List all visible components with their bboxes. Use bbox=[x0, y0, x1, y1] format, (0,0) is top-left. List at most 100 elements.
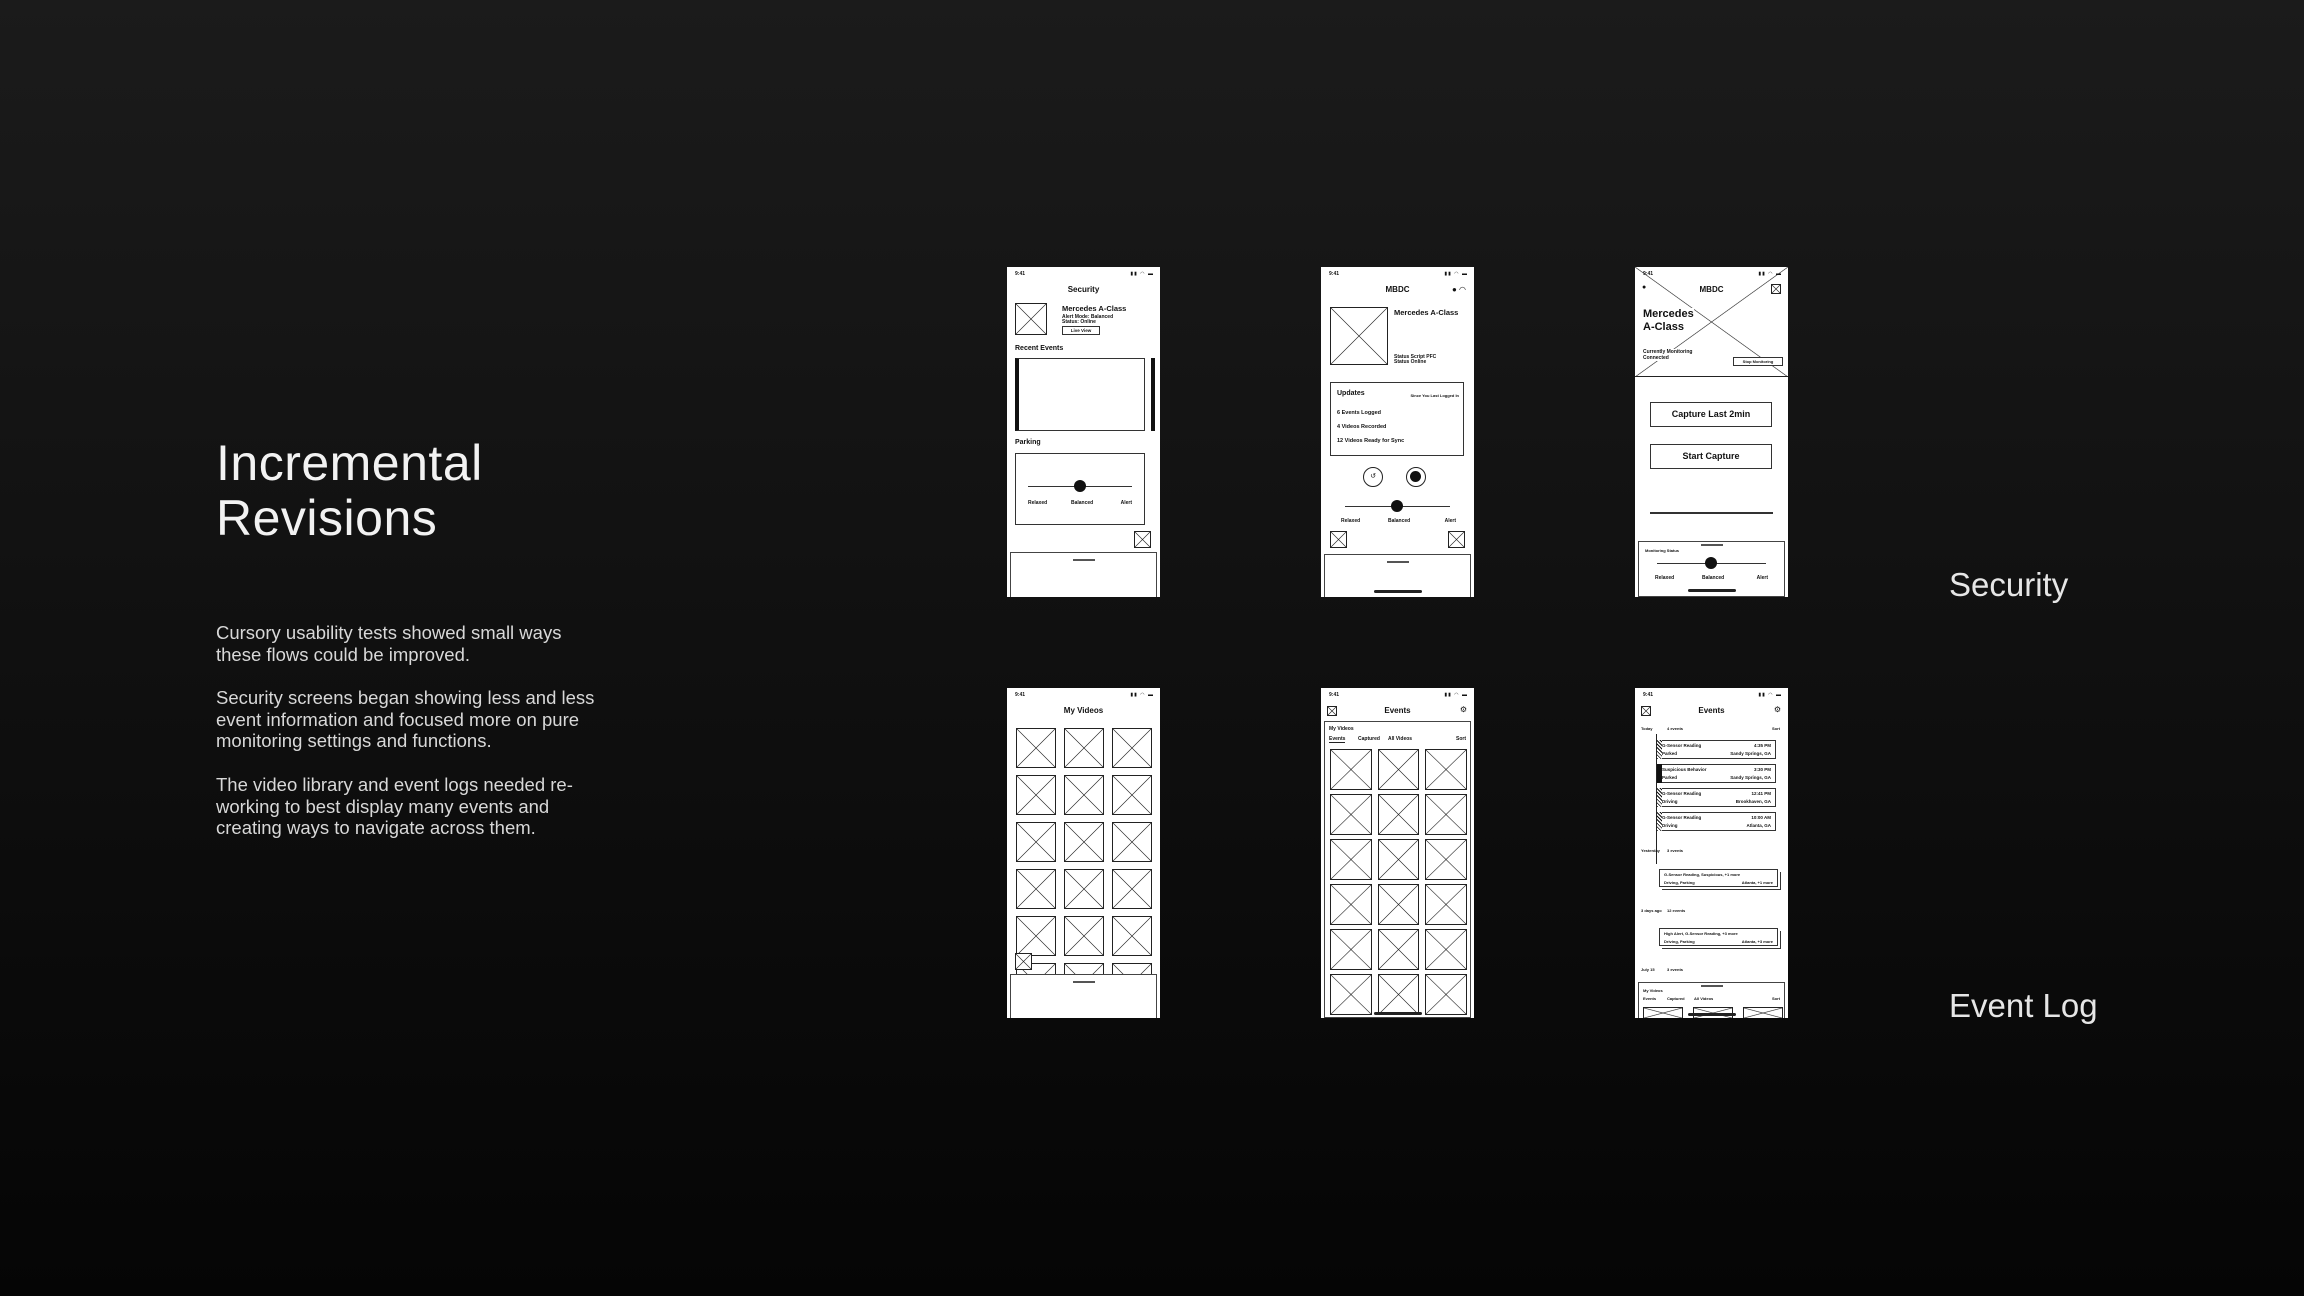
sheet-grabber[interactable] bbox=[1700, 544, 1723, 546]
video-thumbnail[interactable] bbox=[1425, 839, 1467, 880]
tab-all-videos[interactable]: All Videos bbox=[1694, 996, 1713, 1001]
updates-title: Updates bbox=[1337, 390, 1365, 397]
video-thumbnail[interactable] bbox=[1016, 869, 1056, 909]
sheet-grabber[interactable] bbox=[1072, 559, 1095, 561]
monitoring-sheet[interactable]: Monitoring Status Relaxed Balanced Alert bbox=[1638, 541, 1785, 597]
video-thumbnail[interactable] bbox=[1330, 794, 1372, 835]
video-thumbnail[interactable] bbox=[1330, 929, 1372, 970]
video-thumbnail[interactable] bbox=[1377, 794, 1420, 835]
video-thumbnail[interactable] bbox=[1112, 728, 1152, 768]
status-icons: ▮▮ ◠ ▬ bbox=[1130, 271, 1154, 277]
replay-icon[interactable]: ↺ bbox=[1363, 467, 1383, 487]
profile-icon[interactable]: ● ◠ bbox=[1452, 285, 1466, 294]
slider-handle[interactable] bbox=[1391, 500, 1403, 512]
video-thumbnail[interactable] bbox=[1016, 822, 1056, 862]
bottom-sheet[interactable] bbox=[1010, 552, 1157, 597]
video-thumbnail[interactable] bbox=[1064, 728, 1104, 768]
start-capture-button[interactable]: Start Capture bbox=[1650, 444, 1772, 469]
event-row[interactable]: Suspicious Behavior 3:30 PM Parked Sandy… bbox=[1657, 764, 1776, 783]
event-row[interactable]: G-Sensor Reading 4:35 PM Parked Sandy Sp… bbox=[1657, 740, 1776, 759]
video-thumbnail[interactable] bbox=[1112, 775, 1152, 815]
sheet-section-title: My Videos bbox=[1643, 988, 1663, 993]
live-view-button[interactable]: Live View bbox=[1062, 326, 1100, 335]
video-thumbnail[interactable] bbox=[1377, 749, 1420, 790]
slider-label-alert: Alert bbox=[1120, 500, 1132, 506]
sheet-grabber[interactable] bbox=[1700, 985, 1723, 987]
video-thumbnail[interactable] bbox=[1016, 775, 1056, 815]
record-button[interactable] bbox=[1406, 467, 1426, 487]
video-thumbnail[interactable] bbox=[1064, 822, 1104, 862]
car-name-line-2: A-Class bbox=[1643, 321, 1684, 333]
bottom-sheet[interactable] bbox=[1010, 974, 1157, 1018]
event-severity-bar bbox=[1657, 788, 1662, 807]
video-thumbnail[interactable] bbox=[1425, 884, 1467, 925]
stack-mode: Driving, Parking bbox=[1664, 939, 1695, 944]
section-label-security: Security bbox=[1949, 566, 2069, 603]
update-item: 4 Videos Recorded bbox=[1337, 424, 1387, 430]
video-thumbnail[interactable] bbox=[1377, 839, 1420, 880]
icon-placeholder[interactable] bbox=[1015, 953, 1032, 970]
wireframe-my-videos: 9:41 ▮▮ ◠ ▬ My Videos bbox=[1007, 688, 1160, 1018]
video-thumbnail[interactable] bbox=[1112, 869, 1152, 909]
parking-panel: Relaxed Balanced Alert bbox=[1015, 453, 1145, 525]
slider-handle[interactable] bbox=[1705, 557, 1717, 569]
stop-monitoring-button[interactable]: Stop Monitoring bbox=[1733, 357, 1783, 366]
icon-placeholder[interactable] bbox=[1330, 531, 1347, 548]
video-thumbnail[interactable] bbox=[1743, 1007, 1783, 1018]
video-thumbnail[interactable] bbox=[1064, 916, 1104, 956]
event-place: Sandy Springs, GA bbox=[1730, 775, 1771, 780]
video-thumbnail[interactable] bbox=[1016, 728, 1056, 768]
video-thumbnail[interactable] bbox=[1425, 974, 1467, 1015]
video-thumbnail[interactable] bbox=[1330, 839, 1372, 880]
tab-events[interactable]: Events bbox=[1643, 996, 1656, 1001]
icon-placeholder[interactable] bbox=[1134, 531, 1151, 548]
video-thumbnail[interactable] bbox=[1330, 974, 1372, 1015]
bottom-sheet[interactable] bbox=[1324, 554, 1471, 597]
video-thumbnail[interactable] bbox=[1425, 749, 1467, 790]
video-thumbnail[interactable] bbox=[1377, 884, 1420, 925]
video-thumbnail[interactable] bbox=[1016, 916, 1056, 956]
capture-last-2min-button[interactable]: Capture Last 2min bbox=[1650, 402, 1772, 427]
sheet-grabber[interactable] bbox=[1386, 561, 1409, 563]
video-thumbnail[interactable] bbox=[1330, 749, 1372, 790]
video-thumbnail[interactable] bbox=[1330, 884, 1372, 925]
sort-button[interactable]: Sort bbox=[1772, 726, 1780, 732]
video-thumbnail[interactable] bbox=[1112, 916, 1152, 956]
stack-mode: Driving, Parking bbox=[1664, 880, 1695, 885]
group-day: Today bbox=[1641, 726, 1653, 731]
videos-panel: My Videos Events Captured All Videos Sor… bbox=[1324, 721, 1471, 1018]
sheet-grabber[interactable] bbox=[1072, 981, 1095, 983]
event-time: 4:35 PM bbox=[1753, 743, 1771, 748]
stack-summary: High Alert, G-Sensor Reading, +3 more bbox=[1664, 931, 1738, 936]
settings-icon[interactable] bbox=[1771, 284, 1781, 294]
event-row[interactable]: G-Sensor Reading 12:41 PM Driving Brookh… bbox=[1657, 788, 1776, 807]
wireframe-security-v2: 9:41 ▮▮ ◠ ▬ MBDC ● ◠ Mercedes A-Class St… bbox=[1321, 267, 1474, 597]
video-thumbnail[interactable] bbox=[1112, 822, 1152, 862]
settings-icon[interactable]: ⚙ bbox=[1460, 705, 1467, 714]
video-thumbnail[interactable] bbox=[1377, 974, 1420, 1015]
icon-placeholder[interactable] bbox=[1448, 531, 1465, 548]
tab-captured[interactable]: Captured bbox=[1667, 996, 1685, 1001]
video-thumbnail[interactable] bbox=[1425, 929, 1467, 970]
video-thumbnail[interactable] bbox=[1064, 775, 1104, 815]
status-time: 9:41 bbox=[1643, 271, 1654, 277]
tab-all-videos[interactable]: All Videos bbox=[1388, 736, 1412, 742]
slider-handle[interactable] bbox=[1074, 480, 1086, 492]
status-icons: ▮▮ ◠ ▬ bbox=[1444, 692, 1468, 698]
video-thumbnail[interactable] bbox=[1425, 794, 1467, 835]
stacked-events[interactable]: G-Sensor Reading, Suspicious, +1 more Dr… bbox=[1659, 869, 1778, 887]
videos-sheet[interactable]: My Videos Events Captured All Videos Sor… bbox=[1638, 982, 1785, 1018]
tab-captured[interactable]: Captured bbox=[1358, 736, 1380, 742]
sort-button[interactable]: Sort bbox=[1456, 736, 1466, 742]
stacked-events[interactable]: High Alert, G-Sensor Reading, +3 more Dr… bbox=[1659, 928, 1778, 946]
settings-icon[interactable]: ⚙ bbox=[1774, 705, 1781, 714]
tab-events[interactable]: Events bbox=[1329, 736, 1346, 743]
monitoring-status-label: Monitoring Status bbox=[1645, 548, 1679, 553]
sort-button[interactable]: Sort bbox=[1772, 996, 1780, 1001]
video-thumbnail[interactable] bbox=[1377, 929, 1420, 970]
event-time: 3:30 PM bbox=[1753, 767, 1771, 772]
slide-title: Incremental Revisions bbox=[216, 436, 483, 546]
event-row[interactable]: G-Sensor Reading 10:00 AM Driving Atlant… bbox=[1657, 812, 1776, 831]
video-thumbnail[interactable] bbox=[1643, 1007, 1683, 1018]
video-thumbnail[interactable] bbox=[1064, 869, 1104, 909]
